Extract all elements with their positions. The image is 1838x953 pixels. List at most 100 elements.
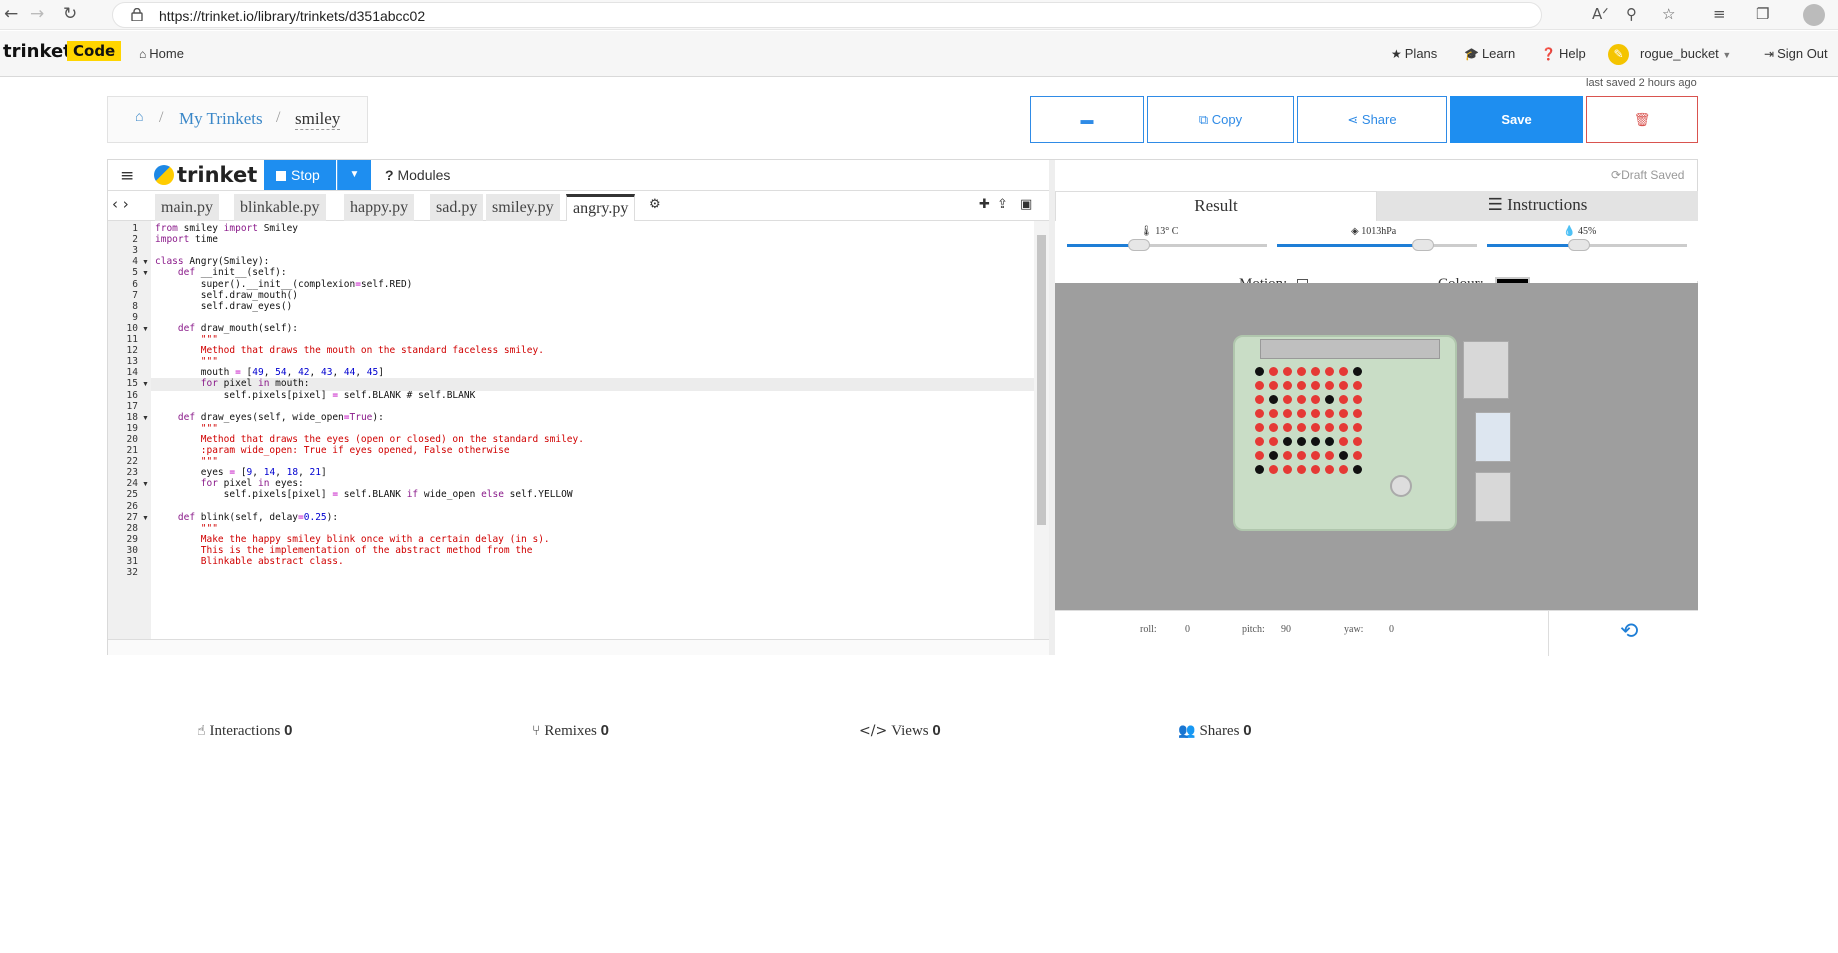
open-folder-button[interactable]: ▬ [1030, 96, 1144, 143]
remixes-label: Remixes [544, 723, 597, 739]
upload-icon[interactable]: ⇪ [997, 197, 1008, 212]
address-bar[interactable]: https://trinket.io/library/trinkets/d351… [112, 2, 1542, 28]
line-number: 26 [126, 500, 138, 512]
fold-arrow-icon[interactable]: ▼ [142, 514, 149, 522]
led-pixel [1325, 451, 1334, 460]
breadcrumb-my-trinkets[interactable]: My Trinkets [179, 109, 263, 129]
code-line: mouth = [49, 54, 42, 43, 44, 45] [155, 367, 384, 379]
pressure-value: 1013hPa [1361, 226, 1397, 237]
joystick[interactable] [1390, 475, 1412, 497]
led-pixel [1339, 367, 1348, 376]
shares-label: Shares [1199, 723, 1240, 739]
stop-button[interactable]: Stop [264, 160, 336, 190]
copy-button[interactable]: ⧉ Copy [1147, 96, 1294, 143]
nav-home[interactable]: ⌂ Home [139, 46, 184, 61]
led-pixel [1311, 423, 1320, 432]
fold-arrow-icon[interactable]: ▼ [142, 380, 149, 388]
caret-down-icon: ▼ [349, 169, 360, 180]
read-aloud-icon[interactable]: Aᐟ [1592, 5, 1609, 23]
editor-scrollbar[interactable] [1034, 221, 1049, 639]
user-avatar[interactable]: ✎ [1608, 44, 1629, 65]
fold-arrow-icon[interactable]: ▼ [142, 325, 149, 333]
led-pixel [1353, 409, 1362, 418]
fold-arrow-icon[interactable]: ▼ [142, 258, 149, 266]
led-pixel [1283, 437, 1292, 446]
pressure-slider[interactable] [1277, 244, 1477, 247]
nav-learn[interactable]: 🎓 Learn [1464, 46, 1515, 61]
run-options-dropdown[interactable]: ▼ [337, 160, 371, 190]
nav-help[interactable]: ❓ Help [1541, 46, 1586, 61]
trinket-name[interactable]: smiley [295, 109, 341, 130]
code-editor[interactable]: 1 from smiley import Smiley 2 import time 3 4… [108, 221, 1049, 639]
line-number: 25 [126, 489, 138, 501]
trinket-logo-text: trinket [177, 163, 258, 187]
zoom-icon[interactable]: ⚲ [1626, 5, 1637, 23]
brand-code-badge[interactable]: Code [67, 41, 122, 61]
led-pixel [1255, 451, 1264, 460]
tab-happy-py[interactable]: happy.py [344, 194, 415, 221]
led-pixel [1269, 409, 1278, 418]
humidity-reading: 💧 45% [1563, 226, 1596, 237]
tab-sad-py[interactable]: sad.py [430, 194, 484, 221]
forward-button[interactable]: → [30, 4, 44, 24]
brand-logo[interactable]: trinket [3, 41, 72, 62]
line-number: 13 [126, 356, 138, 368]
last-saved-status: last saved 2 hours ago [1586, 77, 1697, 89]
line-number: 16 [126, 389, 138, 401]
line-number: 14 [126, 367, 138, 379]
tab-angry-py[interactable]: angry.py [566, 194, 636, 221]
gear-icon[interactable]: ⚙ [649, 197, 661, 212]
save-button[interactable]: Save [1450, 96, 1583, 143]
fold-arrow-icon[interactable]: ▼ [142, 414, 149, 422]
save-label: Save [1501, 112, 1532, 127]
sense-hat-stage[interactable] [1055, 283, 1698, 610]
reload-button[interactable]: ↻ [63, 4, 77, 24]
favorites-icon[interactable]: ≡ [1713, 5, 1726, 23]
home-icon: ⌂ [139, 47, 147, 61]
home-icon[interactable]: ⌂ [135, 110, 143, 126]
led-pixel [1269, 395, 1278, 404]
delete-button[interactable]: 🗑 [1586, 96, 1698, 143]
tab-smiley-py[interactable]: smiley.py [486, 194, 560, 221]
line-number: 24 [126, 478, 138, 490]
share-button[interactable]: ⋖ Share [1297, 96, 1447, 143]
nav-signout[interactable]: ⇥ Sign Out [1764, 46, 1828, 61]
nav-plans[interactable]: ★ Plans [1391, 46, 1437, 61]
tab-blinkable-py[interactable]: blinkable.py [234, 194, 326, 221]
image-icon[interactable]: ▣ [1020, 197, 1032, 212]
collections-icon[interactable]: ❐ [1756, 5, 1769, 23]
breadcrumb: ⌂ / My Trinkets / smiley [107, 96, 368, 143]
editor-scroll-thumb[interactable] [1037, 235, 1046, 525]
pressure-slider-handle[interactable] [1412, 239, 1434, 251]
profile-icon[interactable] [1803, 4, 1825, 26]
menu-icon[interactable]: ≡ [120, 166, 134, 186]
temperature-slider[interactable] [1067, 244, 1267, 247]
tab-scroll-arrows[interactable]: ‹ › [112, 195, 129, 213]
tab-result[interactable]: Result [1055, 191, 1377, 221]
led-pixel [1255, 465, 1264, 474]
led-pixel [1353, 395, 1362, 404]
tab-main-py[interactable]: main.py [155, 194, 219, 221]
fold-arrow-icon[interactable]: ▼ [142, 269, 149, 277]
humidity-slider-handle[interactable] [1568, 239, 1590, 251]
led-pixel [1297, 381, 1306, 390]
refresh-icon[interactable]: ⟲ [1620, 619, 1638, 644]
led-pixel [1311, 395, 1320, 404]
favorite-add-icon[interactable]: ☆ [1662, 5, 1675, 23]
back-button[interactable]: ← [4, 4, 18, 24]
fold-arrow-icon[interactable]: ▼ [142, 480, 149, 488]
temperature-slider-handle[interactable] [1128, 239, 1150, 251]
copy-label: Copy [1211, 112, 1243, 127]
line-number: 32 [126, 567, 138, 579]
led-pixel [1311, 437, 1320, 446]
browser-toolbar: ← → ↻ https://trinket.io/library/trinket… [0, 0, 1838, 30]
stat-shares: 👥 Shares 0 [1178, 722, 1252, 740]
led-pixel [1255, 395, 1264, 404]
add-file-icon[interactable]: ✚ [979, 197, 990, 212]
modules-button[interactable]: ? Modules [385, 167, 450, 183]
led-pixel [1283, 451, 1292, 460]
tab-instructions[interactable]: ☰ Instructions [1377, 191, 1698, 221]
user-menu[interactable]: rogue_bucket ▼ [1640, 46, 1731, 61]
stat-views: </> Views 0 [859, 722, 941, 740]
led-pixel [1297, 451, 1306, 460]
